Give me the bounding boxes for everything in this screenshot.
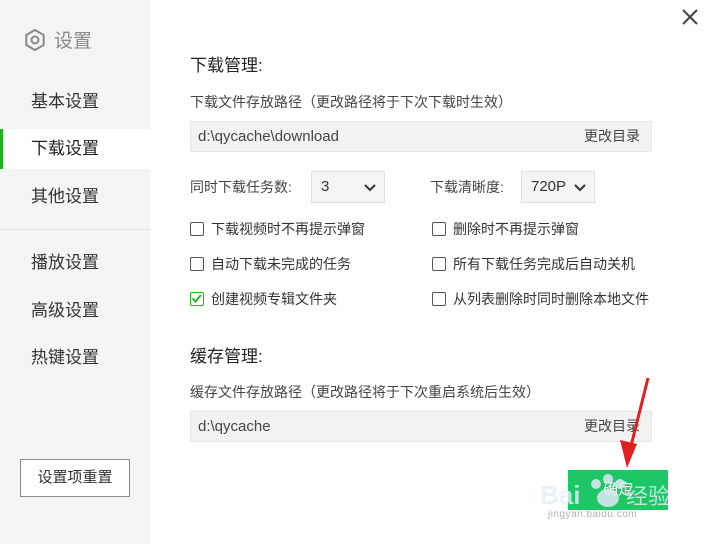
option-create-album-folder[interactable]: 创建视频专辑文件夹 xyxy=(190,289,337,309)
reset-settings-button[interactable]: 设置项重置 xyxy=(20,459,130,497)
quality-select[interactable]: 720P xyxy=(521,171,595,203)
checkbox[interactable] xyxy=(432,292,446,306)
quality-label: 下载清晰度: xyxy=(430,179,504,195)
option-no-popup-delete[interactable]: 删除时不再提示弹窗 xyxy=(432,219,579,239)
close-button[interactable] xyxy=(679,6,701,28)
sidebar-title-text: 设置 xyxy=(54,31,93,52)
sidebar-item-advanced[interactable]: 高级设置 xyxy=(0,291,150,331)
concurrent-label: 同时下载任务数: xyxy=(190,179,292,195)
quality-value: 720P xyxy=(531,178,567,195)
download-change-dir-button[interactable]: 更改目录 xyxy=(584,122,640,151)
sidebar-item-other[interactable]: 其他设置 xyxy=(0,177,150,217)
concurrent-value: 3 xyxy=(321,178,330,195)
concurrent-select[interactable]: 3 xyxy=(311,171,385,203)
cache-path-label: 缓存文件存放路径（更改路径将于下次重启系统后生效） xyxy=(190,384,540,400)
checkbox-checked[interactable] xyxy=(190,292,204,306)
ok-button[interactable]: 确定 xyxy=(568,470,668,510)
watermark-text: jingyan.baidu.com xyxy=(548,509,638,520)
option-label: 创建视频专辑文件夹 xyxy=(211,291,337,307)
option-label: 从列表删除时同时删除本地文件 xyxy=(453,291,649,307)
option-auto-shutdown[interactable]: 所有下载任务完成后自动关机 xyxy=(432,254,635,274)
cache-path-field: d:\qycache 更改目录 xyxy=(190,411,652,442)
sidebar-item-playback[interactable]: 播放设置 xyxy=(0,243,150,283)
option-delete-local-files[interactable]: 从列表删除时同时删除本地文件 xyxy=(432,289,649,309)
option-label: 下载视频时不再提示弹窗 xyxy=(211,221,365,237)
sidebar: 设置 基本设置 下载设置 其他设置 播放设置 高级设置 热键设置 设置项重置 xyxy=(0,0,150,544)
option-no-popup-download[interactable]: 下载视频时不再提示弹窗 xyxy=(190,219,365,239)
checkbox[interactable] xyxy=(190,222,204,236)
option-label: 删除时不再提示弹窗 xyxy=(453,221,579,237)
checkbox[interactable] xyxy=(432,257,446,271)
sidebar-title: 设置 xyxy=(24,26,92,53)
sidebar-item-basic[interactable]: 基本设置 xyxy=(0,82,150,122)
cache-path-value: d:\qycache xyxy=(198,418,271,435)
gear-icon xyxy=(25,28,45,51)
cache-heading: 缓存管理: xyxy=(190,347,263,366)
option-label: 所有下载任务完成后自动关机 xyxy=(453,256,635,272)
sidebar-item-hotkeys[interactable]: 热键设置 xyxy=(0,338,150,378)
sidebar-item-download[interactable]: 下载设置 xyxy=(0,129,150,169)
close-icon xyxy=(682,9,698,25)
chevron-down-icon xyxy=(574,184,586,192)
option-auto-resume[interactable]: 自动下载未完成的任务 xyxy=(190,254,351,274)
option-label: 自动下载未完成的任务 xyxy=(211,256,351,272)
checkbox[interactable] xyxy=(432,222,446,236)
download-path-value: d:\qycache\download xyxy=(198,128,339,145)
download-path-label: 下载文件存放路径（更改路径将于下次下载时生效） xyxy=(190,94,512,110)
download-heading: 下载管理: xyxy=(190,56,263,75)
cache-change-dir-button[interactable]: 更改目录 xyxy=(584,412,640,441)
checkmark-icon xyxy=(191,294,202,303)
sidebar-divider xyxy=(0,229,150,230)
checkbox[interactable] xyxy=(190,257,204,271)
download-path-field: d:\qycache\download 更改目录 xyxy=(190,121,652,152)
chevron-down-icon xyxy=(364,184,376,192)
